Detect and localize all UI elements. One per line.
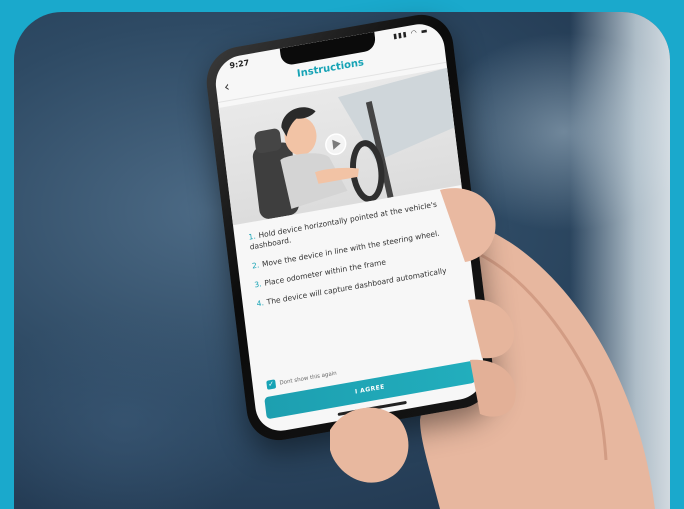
dont-show-again-checkbox[interactable]: ✓ xyxy=(266,379,277,390)
step-number: 2. xyxy=(251,260,260,271)
background-window-light xyxy=(570,12,670,509)
play-icon[interactable] xyxy=(327,135,345,154)
status-time: 9:27 xyxy=(229,58,250,71)
dont-show-again-label: Dont show this again xyxy=(279,370,338,387)
background-blur xyxy=(14,312,274,509)
step-number: 1. xyxy=(248,231,257,242)
phone-screen: 9:27 ▮▮▮ ◠ ▬ ‹ Instructions 1. Hold devi… xyxy=(212,20,488,435)
phone: 9:27 ▮▮▮ ◠ ▬ ‹ Instructions 1. Hold devi… xyxy=(202,9,498,446)
step-number: 3. xyxy=(253,279,263,290)
step-number: 4. xyxy=(256,298,265,309)
status-icons: ▮▮▮ ◠ ▬ xyxy=(392,26,429,41)
